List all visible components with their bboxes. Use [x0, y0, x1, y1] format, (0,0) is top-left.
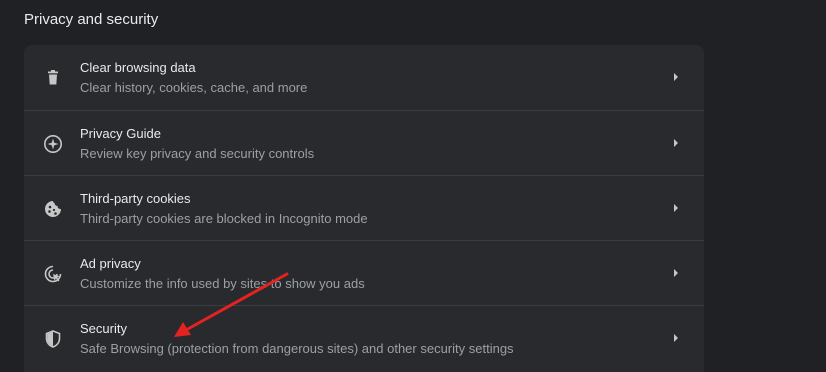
settings-page: Privacy and security Clear browsing data…	[0, 0, 826, 372]
trash-icon	[48, 70, 58, 85]
security-row[interactable]: Security Safe Browsing (protection from …	[24, 305, 704, 370]
privacy-guide-row[interactable]: Privacy Guide Review key privacy and sec…	[24, 110, 704, 175]
row-subtitle: Review key privacy and security controls	[80, 146, 315, 161]
chevron-right-icon	[674, 269, 678, 277]
row-title: Clear browsing data	[80, 60, 196, 75]
row-subtitle: Safe Browsing (protection from dangerous…	[80, 341, 514, 356]
row-title: Privacy Guide	[80, 126, 161, 141]
privacy-security-card: Clear browsing data Clear history, cooki…	[24, 45, 704, 372]
clear-browsing-data-row[interactable]: Clear browsing data Clear history, cooki…	[24, 45, 704, 110]
chevron-right-icon	[674, 204, 678, 212]
row-title: Third-party cookies	[80, 191, 191, 206]
section-title: Privacy and security	[24, 11, 159, 28]
row-subtitle: Third-party cookies are blocked in Incog…	[80, 211, 368, 226]
row-title: Security	[80, 321, 127, 336]
ad-privacy-row[interactable]: Ad privacy Customize the info used by si…	[24, 240, 704, 305]
shield-icon	[45, 330, 61, 348]
compass-icon	[44, 135, 62, 153]
chevron-right-icon	[674, 334, 678, 342]
chevron-right-icon	[674, 139, 678, 147]
ad-privacy-icon	[44, 265, 62, 283]
chevron-right-icon	[674, 73, 678, 81]
cookie-icon	[45, 201, 61, 217]
row-title: Ad privacy	[80, 256, 141, 271]
row-subtitle: Clear history, cookies, cache, and more	[80, 80, 308, 95]
third-party-cookies-row[interactable]: Third-party cookies Third-party cookies …	[24, 175, 704, 240]
row-subtitle: Customize the info used by sites to show…	[80, 276, 365, 291]
